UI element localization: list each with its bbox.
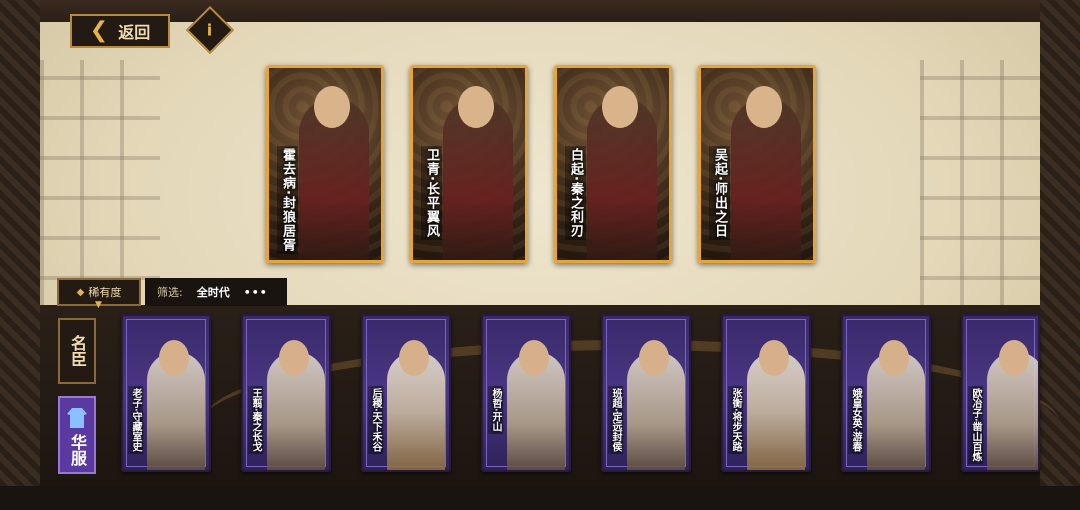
caret-down-icon: ▼: [95, 300, 102, 310]
hero-head: [602, 86, 638, 128]
diamond-icon: ◆: [76, 286, 85, 298]
game-scene: ❮ 返回 i 霍去病·封狼居胥 卫青·长平翼风 白起·秦之利刃 吴起·师出之日: [0, 0, 1080, 486]
left-ornament-border: [0, 0, 40, 486]
hero-head: [879, 340, 909, 376]
back-button-label: 返回: [118, 23, 151, 42]
chevron-left-icon: ❮: [89, 18, 109, 43]
tab-ministers[interactable]: 名臣: [58, 318, 96, 384]
hero-card[interactable]: 班超·定远封侯: [601, 314, 691, 472]
robe-icon: [67, 408, 87, 428]
tab-ministers-label: 名臣: [68, 335, 87, 367]
hero-head: [458, 86, 494, 128]
hero-card[interactable]: 欧冶子·凿山百炼: [961, 314, 1040, 472]
hero-card-caption: 杨哲·开山: [488, 386, 503, 434]
featured-card-caption: 卫青·长平翼风: [421, 146, 442, 240]
filter-prefix: 筛选:: [157, 286, 183, 299]
hero-card[interactable]: 杨哲·开山: [481, 314, 571, 472]
hero-head: [999, 340, 1029, 376]
hero-card-caption: 老子·守藏室史: [128, 386, 143, 454]
hero-head: [314, 86, 350, 128]
hero-head: [759, 340, 789, 376]
hero-card-caption: 王翦·秦之长戈: [248, 386, 263, 454]
rarity-sort-tab[interactable]: ◆ 稀有度 ▼: [57, 278, 141, 310]
rarity-label: 稀有度: [88, 286, 122, 299]
featured-card-caption: 吴起·师出之日: [709, 146, 730, 240]
hero-card-caption: 欧冶子·凿山百炼: [968, 386, 983, 464]
featured-card-1[interactable]: 霍去病·封狼居胥: [266, 65, 384, 263]
filter-bar[interactable]: 筛选: 全时代 •••: [145, 278, 287, 306]
hero-head: [159, 340, 189, 376]
featured-card-caption: 白起·秦之利刃: [565, 146, 586, 240]
info-icon: i: [207, 20, 213, 40]
featured-card-3[interactable]: 白起·秦之利刃: [554, 65, 672, 263]
featured-card-4[interactable]: 吴起·师出之日: [698, 65, 816, 263]
hero-card-caption: 张衡·将步天路: [728, 386, 743, 454]
featured-card-caption: 霍去病·封狼居胥: [277, 146, 298, 254]
hero-card-caption: 娥皇女英·游春: [848, 386, 863, 454]
filter-value[interactable]: 全时代: [197, 284, 230, 300]
roof-beam: [40, 0, 1040, 22]
hero-head: [519, 340, 549, 376]
hero-head: [279, 340, 309, 376]
more-options-button[interactable]: •••: [244, 286, 268, 299]
hero-card[interactable]: 娥皇女英·游春: [841, 314, 931, 472]
back-button[interactable]: ❮ 返回: [70, 14, 170, 48]
hero-head: [746, 86, 782, 128]
tab-costumes-label: 华服: [68, 434, 87, 466]
hero-head: [399, 340, 429, 376]
hero-card-caption: 班超·定远封侯: [608, 386, 623, 454]
hero-card[interactable]: 老子·守藏室史: [121, 314, 211, 472]
hero-card[interactable]: 张衡·将步天路: [721, 314, 811, 472]
hero-card[interactable]: 后稷·天下禾谷: [361, 314, 451, 472]
tab-costumes[interactable]: 华服: [58, 396, 96, 474]
hero-card-caption: 后稷·天下禾谷: [368, 386, 383, 454]
hero-card[interactable]: 王翦·秦之长戈: [241, 314, 331, 472]
featured-card-2[interactable]: 卫青·长平翼风: [410, 65, 528, 263]
hero-head: [639, 340, 669, 376]
